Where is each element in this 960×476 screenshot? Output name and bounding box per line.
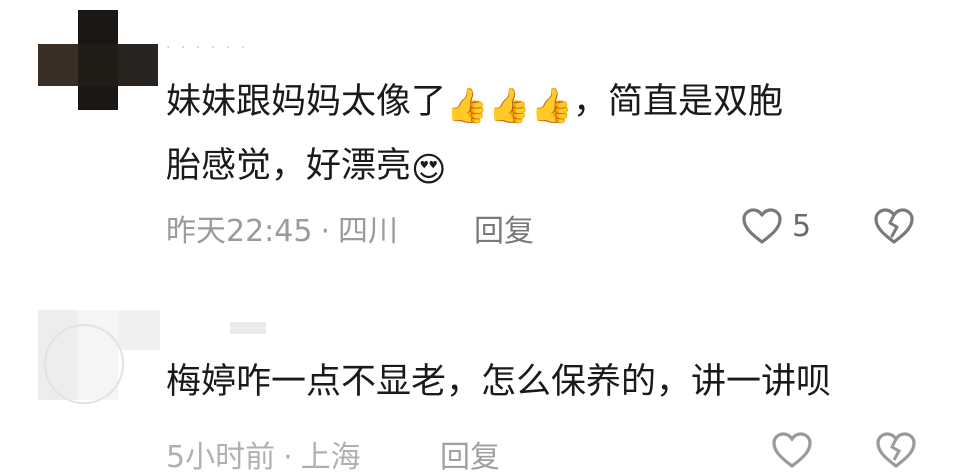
like-button[interactable]: 5 [740, 206, 811, 246]
dislike-button[interactable] [874, 430, 918, 474]
thumbs-up-icon: 👍 [530, 86, 574, 126]
comment-text: 梅婷咋一点不显老，怎么保养的，讲一讲呗 [166, 362, 832, 402]
comment-item: · · · · · · 妹妹跟妈妈太像了👍👍👍，简直是双胞 胎感觉，好漂亮😍 昨… [0, 0, 960, 270]
dislike-button[interactable] [872, 206, 916, 250]
heart-eyes-icon: 😍 [411, 150, 447, 190]
timestamp: 昨天22:45 [166, 214, 313, 249]
like-button[interactable] [770, 430, 814, 474]
comment-text-part: 妹妹跟妈妈太像了 [166, 82, 447, 122]
comment-meta: 昨天22:45 · 四川 [166, 206, 398, 250]
reply-button[interactable]: 回复 [474, 206, 534, 250]
location: 上海 [300, 440, 361, 475]
username[interactable] [230, 322, 266, 334]
avatar[interactable] [38, 10, 158, 110]
username[interactable]: · · · · · · [166, 40, 248, 56]
separator: · [320, 214, 331, 249]
separator: · [283, 440, 293, 475]
comment-text-part: ，简直是双胞 [573, 82, 784, 122]
timestamp: 5小时前 [166, 440, 276, 475]
avatar[interactable] [38, 310, 160, 404]
broken-heart-icon [874, 208, 914, 244]
heart-outline-icon [742, 208, 782, 244]
thumbs-up-icon: 👍 [446, 86, 489, 126]
thumbs-up-icon: 👍 [488, 86, 531, 126]
location: 四川 [338, 214, 399, 249]
comment-text-line: 胎感觉，好漂亮😍 [166, 136, 446, 200]
reply-button[interactable]: 回复 [440, 432, 500, 476]
comment-text: 妹妹跟妈妈太像了👍👍👍，简直是双胞 [166, 72, 783, 136]
comment-meta: 5小时前 · 上海 [166, 432, 361, 476]
like-count: 5 [792, 208, 812, 244]
comment-text-part: 胎感觉，好漂亮 [166, 146, 412, 186]
broken-heart-icon [876, 432, 916, 469]
heart-outline-icon [772, 432, 812, 469]
